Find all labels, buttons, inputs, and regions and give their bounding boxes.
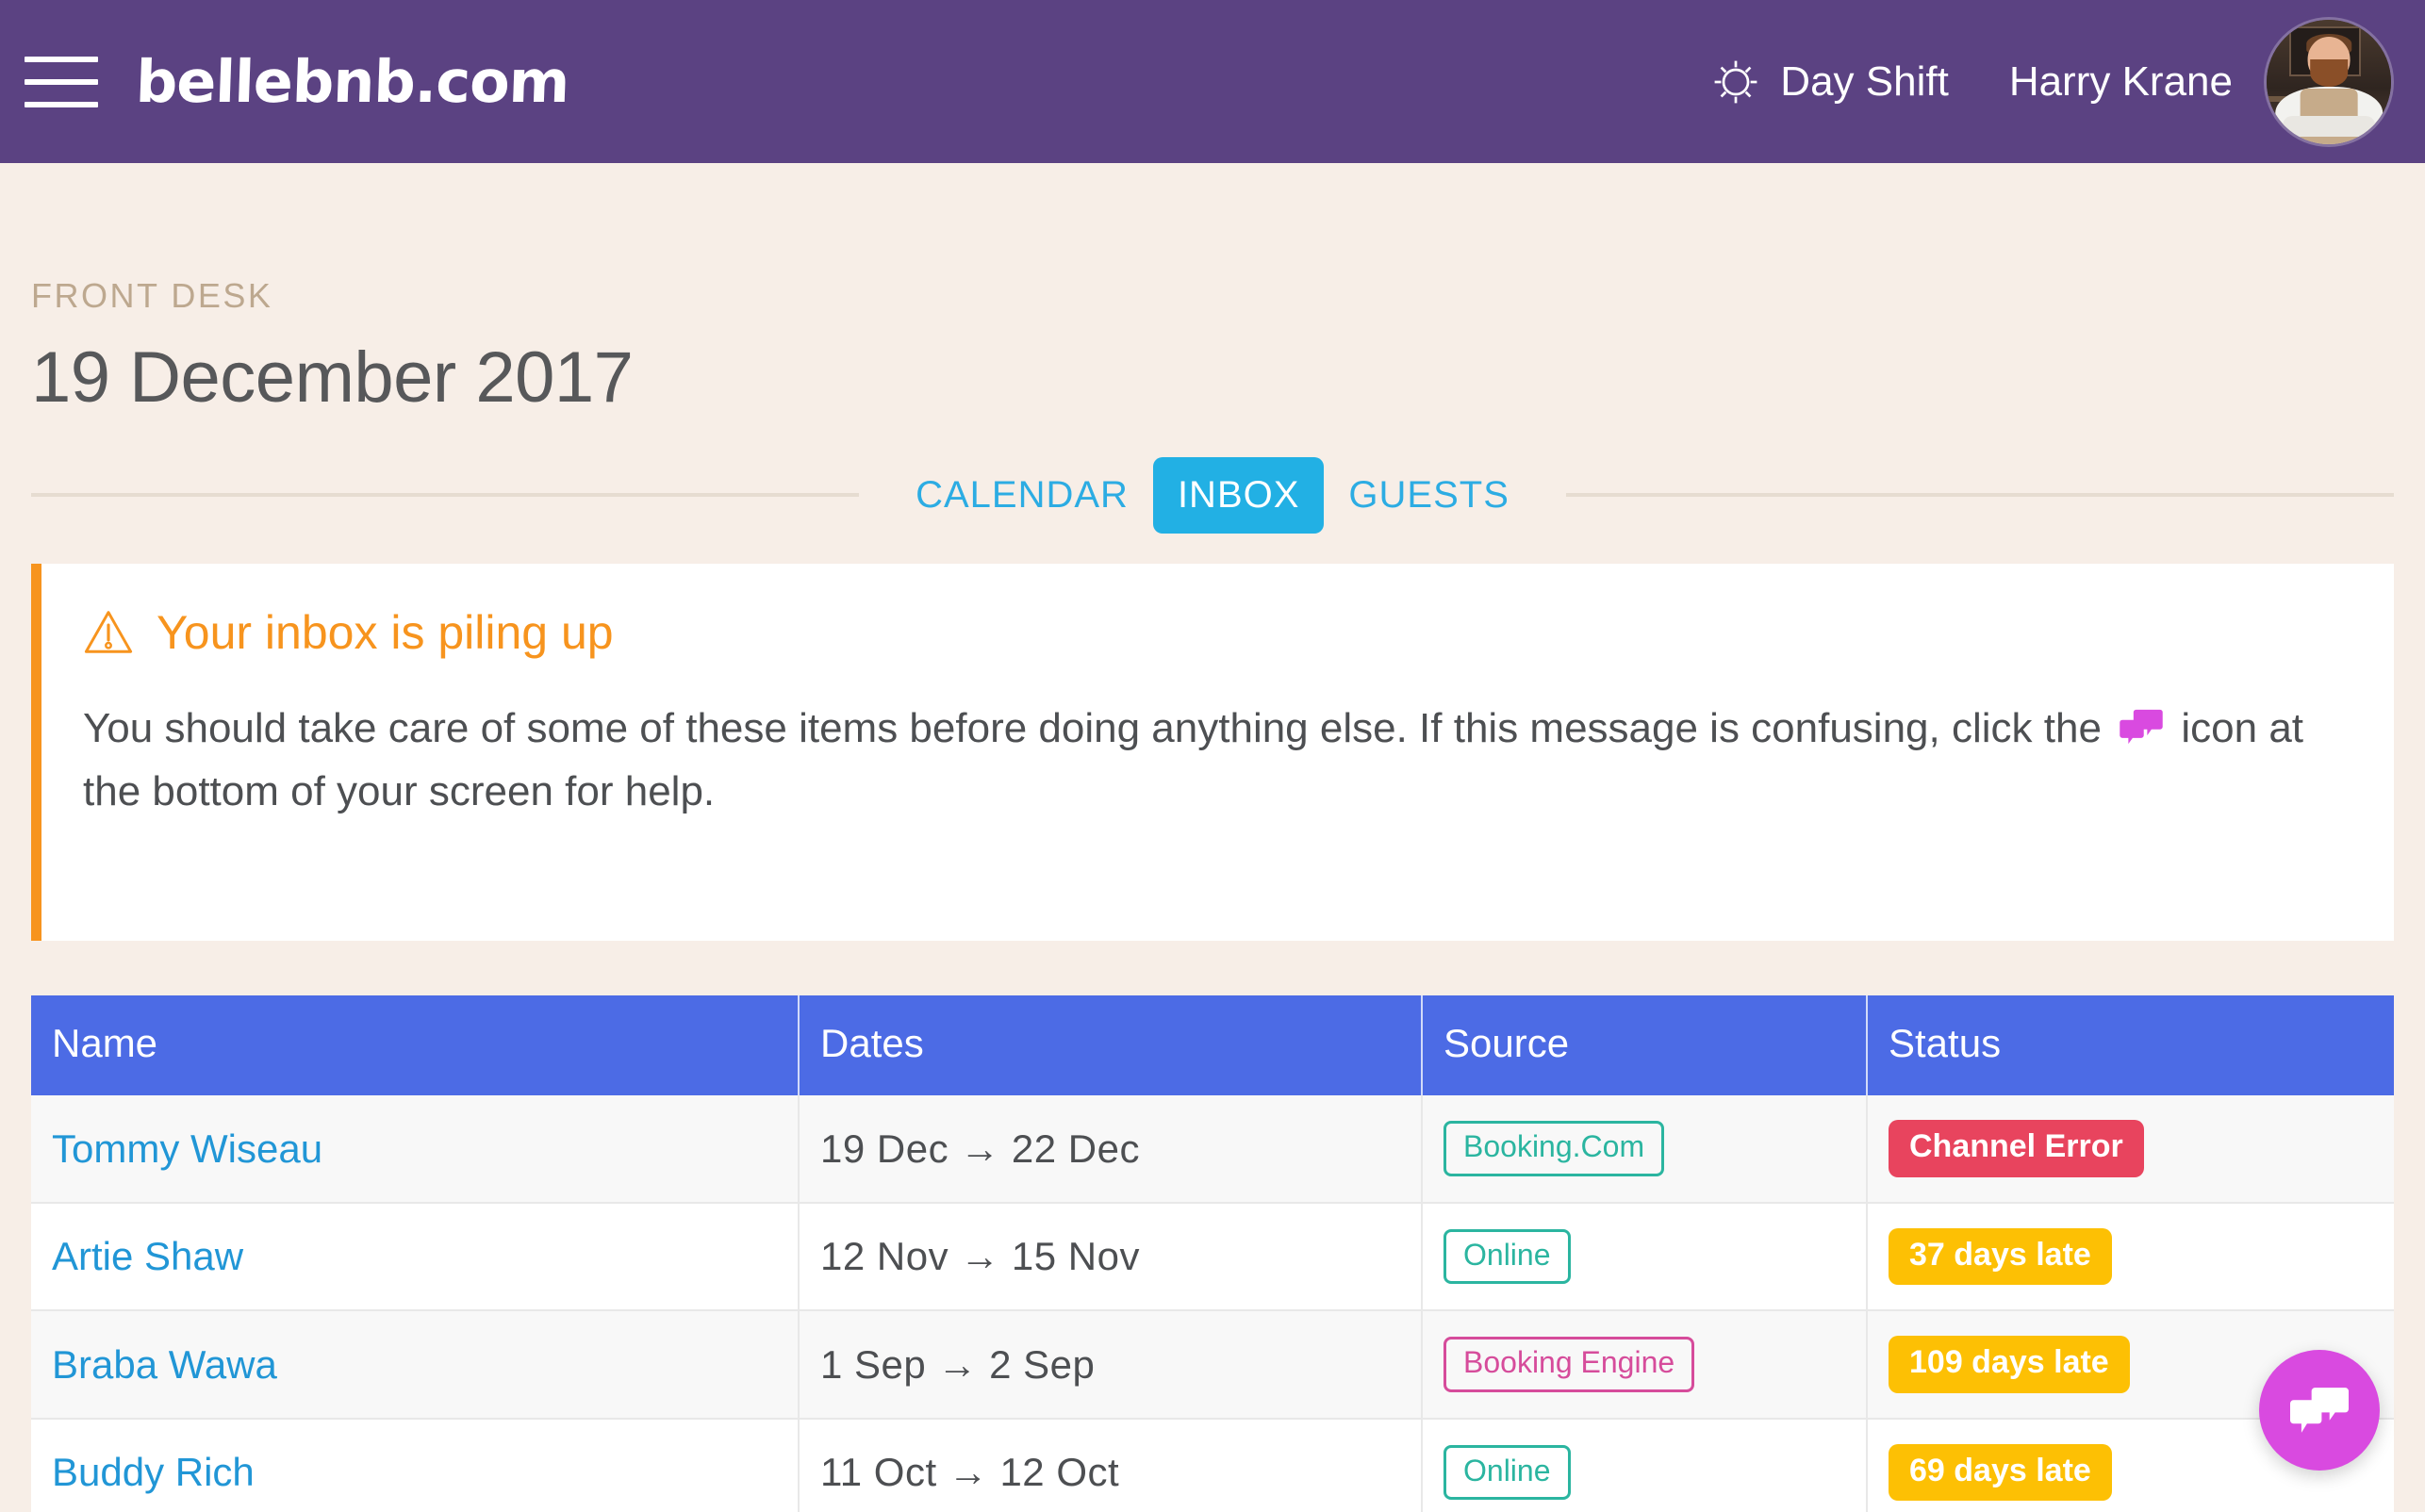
tab-bar: CALENDAR INBOX GUESTS <box>31 456 2394 534</box>
cell-name: Braba Wawa <box>31 1310 800 1420</box>
guest-name-link[interactable]: Buddy Rich <box>52 1450 255 1494</box>
chat-support-button[interactable] <box>2259 1350 2380 1471</box>
avatar-arms <box>2283 116 2375 137</box>
hamburger-line <box>25 56 98 62</box>
table-row: Braba Wawa 1 Sep → 2 Sep Booking Engine … <box>31 1310 2394 1420</box>
cell-dates: 1 Sep → 2 Sep <box>799 1310 1423 1420</box>
avatar-beard <box>2310 58 2348 87</box>
day-shift-button[interactable]: Day Shift <box>1712 58 1949 106</box>
cell-name: Tommy Wiseau <box>31 1095 800 1204</box>
cell-source: Online <box>1422 1203 1868 1312</box>
table-body: Tommy Wiseau 19 Dec → 22 Dec Booking.Com… <box>31 1095 2394 1512</box>
chat-bubbles-icon <box>2290 1388 2349 1433</box>
table-row: Buddy Rich 11 Oct → 12 Oct Online 69 day… <box>31 1418 2394 1512</box>
day-shift-label: Day Shift <box>1780 58 1949 105</box>
hamburger-menu-icon[interactable] <box>25 51 98 113</box>
alert-title-row: Your inbox is piling up <box>83 605 2349 660</box>
hamburger-line <box>25 101 98 107</box>
warning-triangle-icon <box>84 611 133 653</box>
user-name-label[interactable]: Harry Krane <box>2009 58 2233 106</box>
column-header-status[interactable]: Status <box>1867 995 2394 1095</box>
source-badge: Online <box>1443 1444 1571 1501</box>
source-badge: Booking Engine <box>1443 1337 1695 1392</box>
cell-name: Artie Shaw <box>31 1203 800 1312</box>
top-bar-right-group: Day Shift Harry Krane <box>1712 19 2391 144</box>
status-badge: Channel Error <box>1889 1120 2144 1177</box>
tab-inbox[interactable]: INBOX <box>1152 456 1325 534</box>
table-header-row: Name Dates Source Status <box>31 995 2394 1095</box>
table-header: Name Dates Source Status <box>31 995 2394 1095</box>
page-title: 19 December 2017 <box>31 337 634 418</box>
page-content: FRONT DESK 19 December 2017 CALENDAR INB… <box>0 276 2425 1512</box>
inbox-alert-banner: Your inbox is piling up You should take … <box>31 564 2394 941</box>
inbox-table: Name Dates Source Status Tommy Wiseau 19… <box>31 995 2394 1512</box>
cell-status: Channel Error <box>1867 1095 2394 1204</box>
guest-name-link[interactable]: Artie Shaw <box>52 1234 243 1278</box>
status-badge: 69 days late <box>1889 1443 2112 1502</box>
guest-name-link[interactable]: Tommy Wiseau <box>52 1126 322 1171</box>
guest-name-link[interactable]: Braba Wawa <box>52 1342 277 1387</box>
sun-icon <box>1714 60 1757 103</box>
column-header-source[interactable]: Source <box>1422 995 1868 1095</box>
alert-body-part1: You should take care of some of these it… <box>83 705 2102 751</box>
avatar[interactable] <box>2267 19 2391 144</box>
table-row: Artie Shaw 12 Nov → 15 Nov Online 37 day… <box>31 1203 2394 1312</box>
tab-group: CALENDAR INBOX GUESTS <box>859 456 1566 534</box>
alert-body: You should take care of some of these it… <box>83 698 2349 824</box>
breadcrumb: FRONT DESK <box>31 276 273 315</box>
divider-right <box>1565 493 2394 497</box>
hamburger-line <box>25 78 98 85</box>
table-row: Tommy Wiseau 19 Dec → 22 Dec Booking.Com… <box>31 1095 2394 1204</box>
brand-logo[interactable]: bellebnb.com <box>135 47 570 116</box>
alert-title-text: Your inbox is piling up <box>157 606 614 659</box>
tab-guests[interactable]: GUESTS <box>1324 457 1533 534</box>
cell-dates: 12 Nov → 15 Nov <box>799 1203 1423 1312</box>
cell-status: 37 days late <box>1867 1203 2394 1312</box>
column-header-dates[interactable]: Dates <box>799 995 1423 1095</box>
status-badge: 37 days late <box>1889 1228 2112 1286</box>
source-badge: Booking.Com <box>1443 1121 1665 1176</box>
tab-calendar[interactable]: CALENDAR <box>891 457 1153 534</box>
column-header-name[interactable]: Name <box>31 995 800 1095</box>
top-navigation-bar: bellebnb.com Day Shift Harry Krane <box>0 0 2425 163</box>
cell-dates: 19 Dec → 22 Dec <box>799 1095 1423 1204</box>
cell-dates: 11 Oct → 12 Oct <box>799 1418 1423 1512</box>
cell-name: Buddy Rich <box>31 1418 800 1512</box>
cell-source: Online <box>1422 1418 1868 1512</box>
status-badge: 109 days late <box>1889 1336 2130 1393</box>
cell-source: Booking Engine <box>1422 1310 1868 1420</box>
source-badge: Online <box>1443 1229 1571 1285</box>
cell-source: Booking.Com <box>1422 1095 1868 1204</box>
chat-bubbles-icon <box>2120 709 2163 745</box>
divider-left <box>31 493 860 497</box>
